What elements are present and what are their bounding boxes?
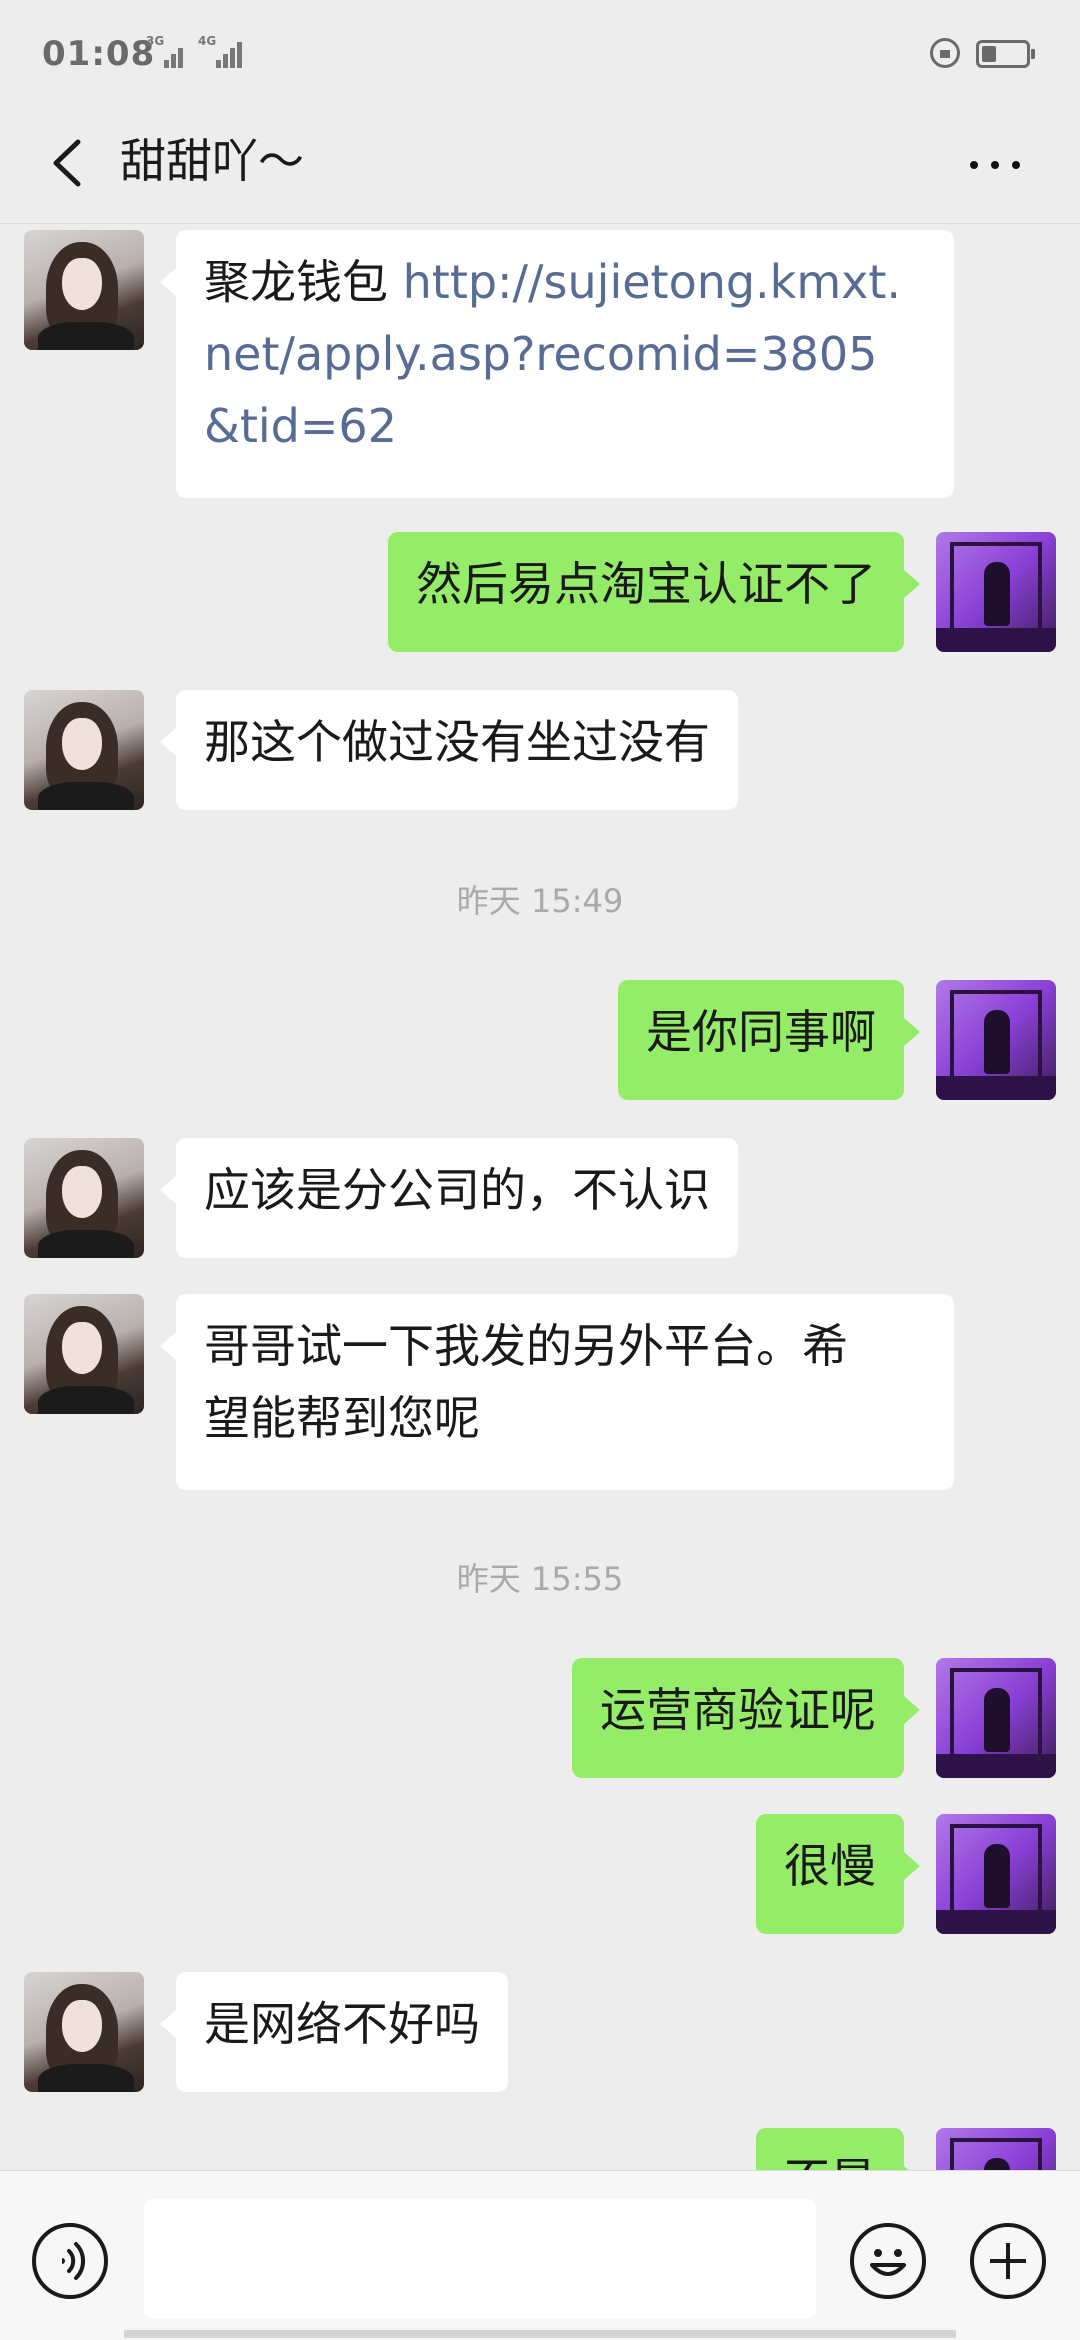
- my-avatar[interactable]: [936, 1658, 1056, 1778]
- my-avatar[interactable]: [936, 980, 1056, 1100]
- message-bubble[interactable]: 应该是分公司的，不认识: [160, 1138, 738, 1258]
- status-bar: 01:08 3G 4G: [0, 0, 1080, 108]
- contact-avatar[interactable]: [24, 1294, 144, 1414]
- message-bubble[interactable]: 那这个做过没有坐过没有: [160, 690, 738, 810]
- signal-3g-icon: 3G: [146, 34, 186, 68]
- message-bubble[interactable]: 是你同事啊: [618, 980, 920, 1100]
- message-text: 哥哥试一下我发的另外平台。希: [204, 1319, 848, 1373]
- contact-avatar[interactable]: [24, 230, 144, 350]
- message-text: 望能帮到您呢: [204, 1391, 480, 1445]
- message-link[interactable]: net/apply.asp?recomid=3805: [204, 318, 926, 390]
- timestamp: 昨天 15:49: [456, 882, 624, 920]
- message-link[interactable]: http://sujietong.kmxt.: [403, 255, 901, 309]
- chat-header: 甜甜吖～: [0, 108, 1080, 224]
- network-label-3g: 3G: [146, 34, 165, 48]
- plus-icon[interactable]: [970, 2223, 1046, 2299]
- chat-screen: 01:08 3G 4G 甜甜吖～ 聚龙钱包 http://sujietong.k…: [0, 0, 1080, 2340]
- my-avatar[interactable]: [936, 1814, 1056, 1934]
- emoji-icon[interactable]: [850, 2223, 926, 2299]
- chevron-left-icon[interactable]: [40, 128, 100, 198]
- chat-title: 甜甜吖～: [120, 134, 304, 188]
- rotation-lock-icon: [930, 38, 960, 68]
- message-bubble[interactable]: 哥哥试一下我发的另外平台。希 望能帮到您呢: [160, 1294, 954, 1490]
- my-avatar[interactable]: [936, 532, 1056, 652]
- message-text: 不是: [784, 2153, 876, 2170]
- battery-icon: [976, 40, 1035, 68]
- timestamp: 昨天 15:55: [456, 1560, 624, 1598]
- network-label-4g: 4G: [198, 34, 217, 48]
- signal-4g-icon: 4G: [198, 34, 242, 68]
- contact-avatar[interactable]: [24, 1138, 144, 1258]
- contact-avatar[interactable]: [24, 690, 144, 810]
- message-input[interactable]: [144, 2199, 816, 2319]
- input-bar: [0, 2170, 1080, 2340]
- message-bubble[interactable]: 聚龙钱包 http://sujietong.kmxt. net/apply.as…: [160, 230, 954, 498]
- gesture-bar: [124, 2330, 956, 2338]
- message-text: 那这个做过没有坐过没有: [204, 715, 710, 769]
- message-bubble[interactable]: 运营商验证呢: [572, 1658, 920, 1778]
- message-bubble[interactable]: 是网络不好吗: [160, 1972, 508, 2092]
- message-list[interactable]: 聚龙钱包 http://sujietong.kmxt. net/apply.as…: [0, 224, 1080, 2170]
- message-text: 然后易点淘宝认证不了: [416, 557, 876, 611]
- message-link[interactable]: &tid=62: [204, 390, 926, 462]
- message-text: 是网络不好吗: [204, 1997, 480, 2051]
- more-dots-icon[interactable]: [960, 128, 1030, 198]
- my-avatar[interactable]: [936, 2128, 1056, 2170]
- contact-avatar[interactable]: [24, 1972, 144, 2092]
- message-text: 运营商验证呢: [600, 1683, 876, 1737]
- message-bubble[interactable]: 很慢: [756, 1814, 920, 1934]
- message-text: 很慢: [784, 1839, 876, 1893]
- message-bubble[interactable]: 不是: [756, 2128, 920, 2170]
- message-text: 是你同事啊: [646, 1005, 876, 1059]
- message-bubble[interactable]: 然后易点淘宝认证不了: [388, 532, 920, 652]
- voice-icon[interactable]: [32, 2223, 108, 2299]
- message-text: 应该是分公司的，不认识: [204, 1163, 710, 1217]
- status-time: 01:08: [42, 34, 156, 74]
- message-text: 聚龙钱包 http://sujietong.kmxt.: [204, 255, 902, 309]
